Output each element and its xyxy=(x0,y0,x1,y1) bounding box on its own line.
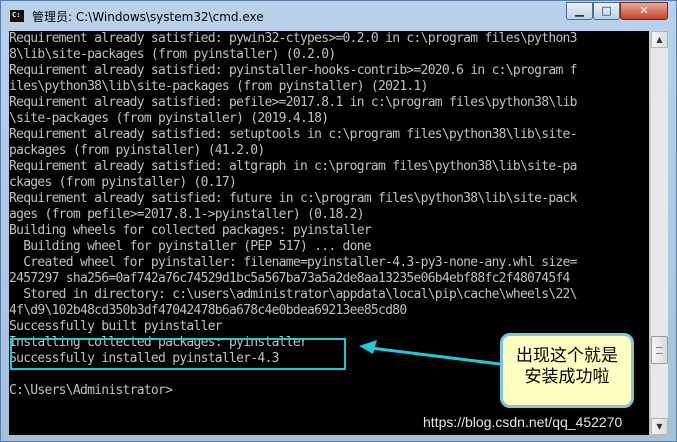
scrollbar-thumb[interactable] xyxy=(651,336,668,364)
annotation-callout: 出现这个就是安装成功啦 xyxy=(500,333,634,408)
console-line: Requirement already satisfied: altgraph … xyxy=(9,159,577,174)
console-line: iles\python38\lib\site-packages (from py… xyxy=(9,79,428,94)
window-title: 管理员: C:\Windows\system32\cmd.exe xyxy=(32,10,264,24)
console-line: Stored in directory: c:\users\administra… xyxy=(9,287,577,302)
console-line: 8\lib\site-packages (from pyinstaller) (… xyxy=(9,47,336,62)
console-line: Requirement already satisfied: pywin32-c… xyxy=(9,31,577,46)
console-line: C:\Users\Administrator> xyxy=(9,383,173,398)
close-button[interactable]: ✕ xyxy=(620,2,668,20)
console-line: Requirement already satisfied: setuptool… xyxy=(9,127,577,142)
console-line: 2457297 sha256=0af742a76c74529d1bc5a567b… xyxy=(9,271,570,286)
console-line: \site-packages (from pyinstaller) (2019.… xyxy=(9,111,329,126)
pointer-arrow-icon xyxy=(359,340,501,366)
console-line: ages (from pefile>=2017.8.1->pyinstaller… xyxy=(9,207,365,222)
minimize-button[interactable]: ▁ xyxy=(566,2,593,20)
maximize-button[interactable]: □ xyxy=(593,2,620,20)
console-line: ckages (from pyinstaller) (0.17) xyxy=(9,175,237,190)
console-line: 4f\d9\102b48cd350b3df47042478b6a678c4e0b… xyxy=(9,303,407,318)
vertical-scrollbar[interactable]: ▲ ▼ xyxy=(650,31,668,435)
console-line: Building wheel for pyinstaller (PEP 517)… xyxy=(9,239,371,254)
watermark-text: https://blog.csdn.net/qq_452270 xyxy=(423,414,623,430)
success-highlight-box xyxy=(10,338,346,370)
scroll-down-arrow-icon[interactable]: ▼ xyxy=(651,418,668,435)
console-line: packages (from pyinstaller) (41.2.0) xyxy=(9,143,265,158)
scroll-up-arrow-icon[interactable]: ▲ xyxy=(651,31,668,48)
cmd-icon[interactable] xyxy=(9,9,25,23)
console-line: Created wheel for pyinstaller: filename=… xyxy=(9,255,577,270)
console-line: Successfully built pyinstaller xyxy=(9,319,223,334)
console-line: Requirement already satisfied: pefile>=2… xyxy=(9,95,577,110)
console-line: Requirement already satisfied: future in… xyxy=(9,191,577,206)
console-line: Building wheels for collected packages: … xyxy=(9,223,372,238)
title-bar[interactable]: 管理员: C:\Windows\system32\cmd.exe ▁ □ ✕ xyxy=(1,1,676,31)
console-line: Requirement already satisfied: pyinstall… xyxy=(9,63,577,78)
